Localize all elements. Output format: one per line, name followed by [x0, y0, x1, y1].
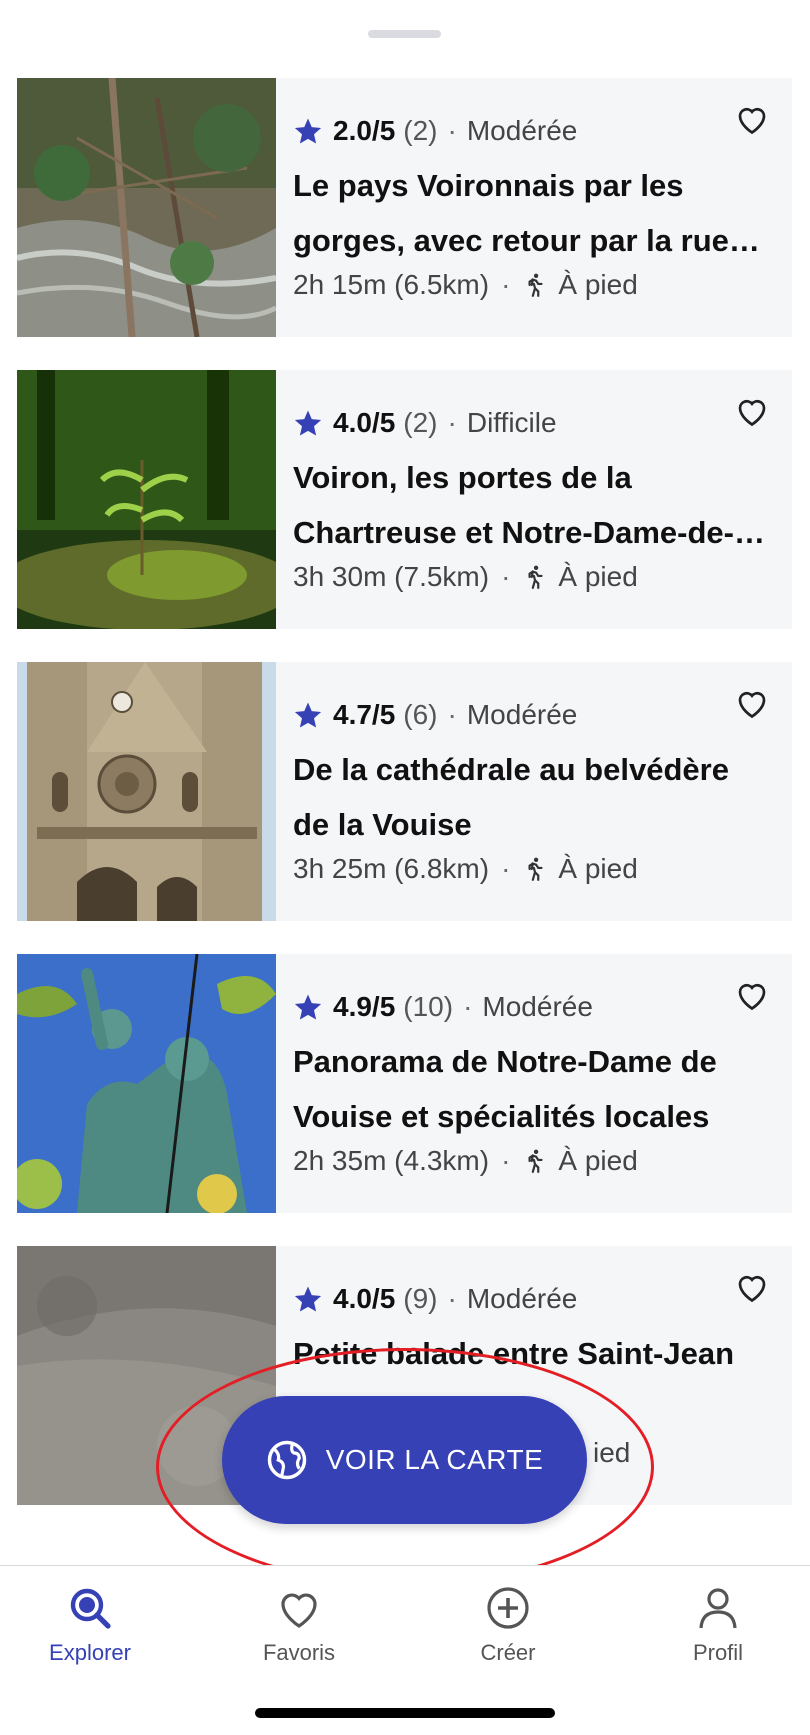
nav-profil-label: Profil: [692, 1640, 744, 1665]
nav-profil[interactable]: Profil: [638, 1578, 798, 1666]
nav-creer[interactable]: Créer: [428, 1578, 588, 1666]
trail-card[interactable]: 4.7/5 (6) · Modérée De la cathédrale au …: [17, 662, 792, 921]
star-icon: [294, 1286, 322, 1312]
heart-icon: [281, 1593, 317, 1628]
globe-icon: [267, 1440, 306, 1480]
hiker-icon: [528, 857, 543, 881]
rating-value: 4.9/5: [333, 991, 396, 1022]
person-icon: [699, 1588, 737, 1629]
travel-mode: À pied: [558, 561, 638, 592]
trail-details: 3h 30m (7.5km) · À pied: [293, 561, 638, 592]
heart-icon[interactable]: [734, 102, 770, 136]
add-circle-icon: [487, 1587, 529, 1629]
hiker-icon: [528, 565, 543, 589]
trail-thumbnail: [17, 370, 276, 629]
star-icon: [294, 118, 322, 144]
trail-card[interactable]: 4.0/5 (2) · Difficile Voiron, les portes…: [17, 370, 792, 629]
star-icon: [294, 994, 322, 1020]
home-indicator: [255, 1708, 555, 1718]
rating-value: 4.0/5: [333, 1283, 396, 1314]
rating-value: 4.7/5: [333, 699, 396, 730]
difficulty-label: Modérée: [466, 1283, 578, 1314]
hiker-icon: [528, 273, 543, 297]
trail-card[interactable]: 4.9/5 (10) · Modérée Panorama de Notre-D…: [17, 954, 792, 1213]
trail-title[interactable]: Panorama de Notre-Dame de Vouise et spéc…: [293, 1034, 773, 1144]
view-map-button[interactable]: VOIR LA CARTE: [222, 1396, 587, 1524]
trail-card[interactable]: 2.0/5 (2) · Modérée Le pays Voironnais p…: [17, 78, 792, 337]
trail-title[interactable]: De la cathédrale au belvédère de la Voui…: [293, 742, 773, 852]
difficulty-label: Modérée: [482, 991, 593, 1022]
trail-meta: 4.7/5 (6) · Modérée: [293, 698, 577, 732]
rating-count: (9): [403, 1283, 438, 1314]
nav-favoris-label: Favoris: [262, 1640, 336, 1665]
duration-distance: 2h 15m (6.5km): [293, 269, 490, 300]
trail-details: 2h 35m (4.3km) · À pied: [293, 1145, 638, 1176]
view-map-label: VOIR LA CARTE: [325, 1444, 544, 1475]
trail-thumbnail: [17, 954, 276, 1213]
difficulty-label: Modérée: [466, 699, 578, 730]
search-icon: [70, 1588, 111, 1629]
nav-explorer[interactable]: Explorer: [10, 1578, 170, 1666]
trail-meta: 4.0/5 (9) · Modérée: [293, 1282, 577, 1316]
travel-mode: À pied: [558, 1145, 638, 1176]
rating-count: (10): [403, 991, 454, 1022]
duration-distance: 3h 30m (7.5km): [293, 561, 490, 592]
nav-favoris[interactable]: Favoris: [219, 1578, 379, 1666]
trail-details: ied: [593, 1436, 630, 1470]
trail-meta: 4.9/5 (10) · Modérée: [293, 990, 593, 1024]
trail-thumbnail: [17, 662, 276, 921]
trail-meta: 4.0/5 (2) · Difficile: [293, 406, 557, 440]
rating-count: (2): [403, 115, 438, 146]
duration-distance: 2h 35m (4.3km): [293, 1145, 490, 1176]
trail-title[interactable]: Voiron, les portes de la Chartreuse et N…: [293, 450, 773, 560]
star-icon: [294, 702, 322, 728]
sheet-grabber[interactable]: [368, 30, 441, 38]
trail-meta: 2.0/5 (2) · Modérée: [293, 114, 577, 148]
heart-icon[interactable]: [734, 978, 770, 1012]
duration-distance: 3h 25m (6.8km): [293, 853, 490, 884]
nav-creer-label: Créer: [480, 1640, 536, 1665]
difficulty-label: Difficile: [466, 407, 557, 438]
hiker-icon: [528, 1149, 543, 1173]
heart-icon[interactable]: [734, 686, 770, 720]
difficulty-label: Modérée: [466, 115, 578, 146]
rating-count: (6): [403, 699, 438, 730]
heart-icon[interactable]: [734, 1270, 770, 1304]
trail-thumbnail: [17, 78, 276, 337]
rating-value: 4.0/5: [333, 407, 396, 438]
rating-count: (2): [403, 407, 438, 438]
heart-icon[interactable]: [734, 394, 770, 428]
trail-title[interactable]: Le pays Voironnais par les gorges, avec …: [293, 158, 773, 268]
travel-mode: À pied: [558, 269, 638, 300]
nav-explorer-label: Explorer: [49, 1640, 131, 1665]
trail-list: 2.0/5 (2) · Modérée Le pays Voironnais p…: [17, 78, 792, 1538]
trail-details: 3h 25m (6.8km) · À pied: [293, 853, 638, 884]
star-icon: [294, 410, 322, 436]
rating-value: 2.0/5: [333, 115, 396, 146]
trail-details: 2h 15m (6.5km) · À pied: [293, 269, 638, 300]
travel-mode: À pied: [558, 853, 638, 884]
travel-mode: ied: [593, 1437, 631, 1468]
